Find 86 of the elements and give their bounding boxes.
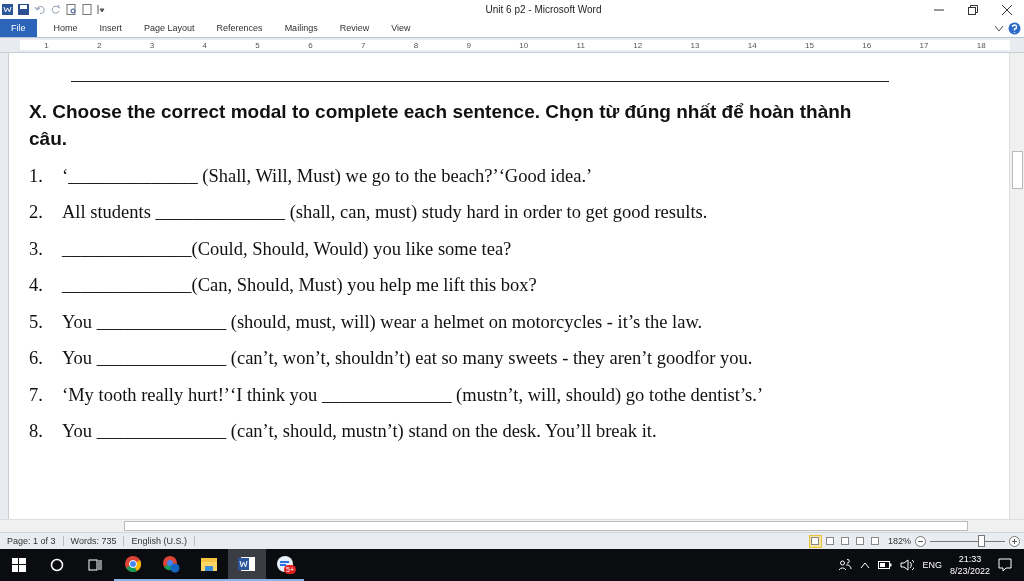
customize-icon[interactable] (97, 4, 105, 15)
ruler-number: 6 (308, 40, 313, 50)
save-icon[interactable] (18, 4, 29, 15)
item-number: 2. (29, 202, 44, 224)
folder-icon[interactable] (200, 556, 218, 572)
ruler-number: 4 (202, 40, 207, 50)
exercise-heading: X. Choose the correct modal to complete each sentence. Chọn từ đúng nhất để hoàn thành câu. (29, 100, 853, 151)
ruler-number: 10 (519, 40, 529, 50)
caret-icon[interactable] (860, 561, 871, 569)
horizontal-scrollbar[interactable] (0, 519, 1024, 532)
ribbon-tab[interactable]: References (205, 19, 274, 37)
page-count: Page: 1 of 3 (0, 536, 64, 546)
word-icon[interactable] (238, 556, 256, 572)
battery-icon[interactable] (878, 561, 893, 569)
ruler-number: 9 (466, 40, 471, 50)
exercise-sentence: ______________(Can, Should, Must) you help me lift this box? (62, 275, 537, 297)
view-button[interactable] (823, 534, 837, 548)
exercise-sentence: ‘______________ (Shall, Will, Must) we go to the beach?’‘Good idea.’ (62, 165, 593, 187)
item-number: 1. (29, 165, 44, 187)
ribbon-tab[interactable]: View (380, 19, 422, 37)
ribbon-tab[interactable]: Home (42, 19, 89, 37)
ruler-number: 12 (633, 40, 643, 50)
language-status: English (U.S.) (124, 536, 195, 546)
ruler-number: 3 (149, 40, 155, 50)
ruler-number: 1 (44, 40, 49, 50)
zoom-out-icon[interactable] (915, 535, 926, 547)
item-number: 8. (29, 421, 44, 443)
ruler-number: 2 (96, 40, 102, 50)
volume-icon[interactable] (900, 559, 915, 571)
ruler-number: 18 (976, 40, 986, 50)
windows-icon (12, 558, 26, 572)
zoom-level: 182% (887, 536, 911, 546)
restore-icon (968, 4, 978, 15)
undo-icon[interactable] (34, 4, 45, 15)
exercise-sentence: ‘My tooth really hurt!’‘I think you ______________ (mustn’t, will, should) go tothe dentist’s.’ (62, 384, 764, 406)
ruler-number: 13 (690, 40, 700, 50)
item-number: 3. (29, 238, 44, 260)
ruler-number: 8 (413, 40, 419, 50)
slider-thumb[interactable] (977, 535, 985, 547)
file-tab[interactable]: File (0, 19, 37, 37)
exercise-sentence: All students ______________ (shall, can, must) study hard in order to get good results. (62, 202, 708, 224)
item-number: 5. (29, 311, 44, 333)
zoom-in-icon[interactable] (1009, 535, 1020, 547)
item-number: 6. (29, 348, 44, 370)
clock-time[interactable]: 21:33 (958, 553, 982, 565)
exercise-sentence: You ______________ (can’t, won’t, shouldn’t) eat so many sweets - they aren’t goodfor you. (62, 348, 753, 370)
ruler-number: 17 (919, 40, 929, 50)
scroll-thumb[interactable] (1012, 151, 1023, 189)
input-language[interactable]: ENG (922, 560, 942, 570)
window-title: Unit 6 p2 - Microsoft Word (485, 4, 602, 15)
view-button[interactable] (868, 534, 882, 548)
ribbon-tab[interactable]: Mailings (273, 19, 329, 37)
search-icon (50, 558, 64, 572)
ribbon-collapse-icon[interactable] (994, 23, 1004, 33)
taskbar-app[interactable] (228, 549, 266, 581)
vertical-scrollbar[interactable] (1009, 53, 1024, 519)
scroll-thumb[interactable] (124, 521, 968, 531)
item-number: 4. (29, 275, 44, 297)
exercise-sentence: You ______________ (should, must, will) wear a helmet on motorcycles - it’s the law. (62, 311, 703, 333)
ruler-number: 14 (747, 40, 757, 50)
help-icon[interactable] (1008, 21, 1021, 35)
ruler-number: 5 (255, 40, 260, 50)
view-button[interactable] (838, 534, 852, 548)
chrome-icon[interactable] (124, 555, 142, 573)
task-view-icon (88, 558, 102, 572)
ribbon-tab[interactable]: Insert (88, 19, 134, 37)
view-button[interactable] (808, 534, 822, 548)
new-document-icon[interactable] (82, 4, 92, 15)
exercise-sentence: ______________(Could, Should, Would) you like some tea? (62, 238, 512, 260)
ribbon-tab[interactable]: Review (328, 19, 381, 37)
item-number: 7. (29, 384, 44, 406)
ruler-number: 16 (862, 40, 872, 50)
chrome-profile-icon[interactable] (162, 555, 180, 573)
notification-icon[interactable] (998, 558, 1012, 572)
ruler-number: 11 (576, 40, 585, 50)
clock-date[interactable]: 8/23/2022 (949, 565, 990, 577)
ruler-number: 7 (360, 40, 366, 50)
ruler-number: 15 (805, 40, 814, 50)
ribbon-tab[interactable]: Page Layout (133, 19, 206, 37)
people-icon[interactable] (838, 559, 853, 571)
exercise-sentence: You ______________ (can’t, should, mustn’t) stand on the desk. You’ll break it. (62, 421, 657, 443)
close-icon (1002, 4, 1012, 15)
view-button[interactable] (853, 534, 867, 548)
word-icon[interactable] (2, 4, 13, 15)
print-preview-icon[interactable] (66, 4, 77, 15)
word-count: Words: 735 (63, 536, 125, 546)
